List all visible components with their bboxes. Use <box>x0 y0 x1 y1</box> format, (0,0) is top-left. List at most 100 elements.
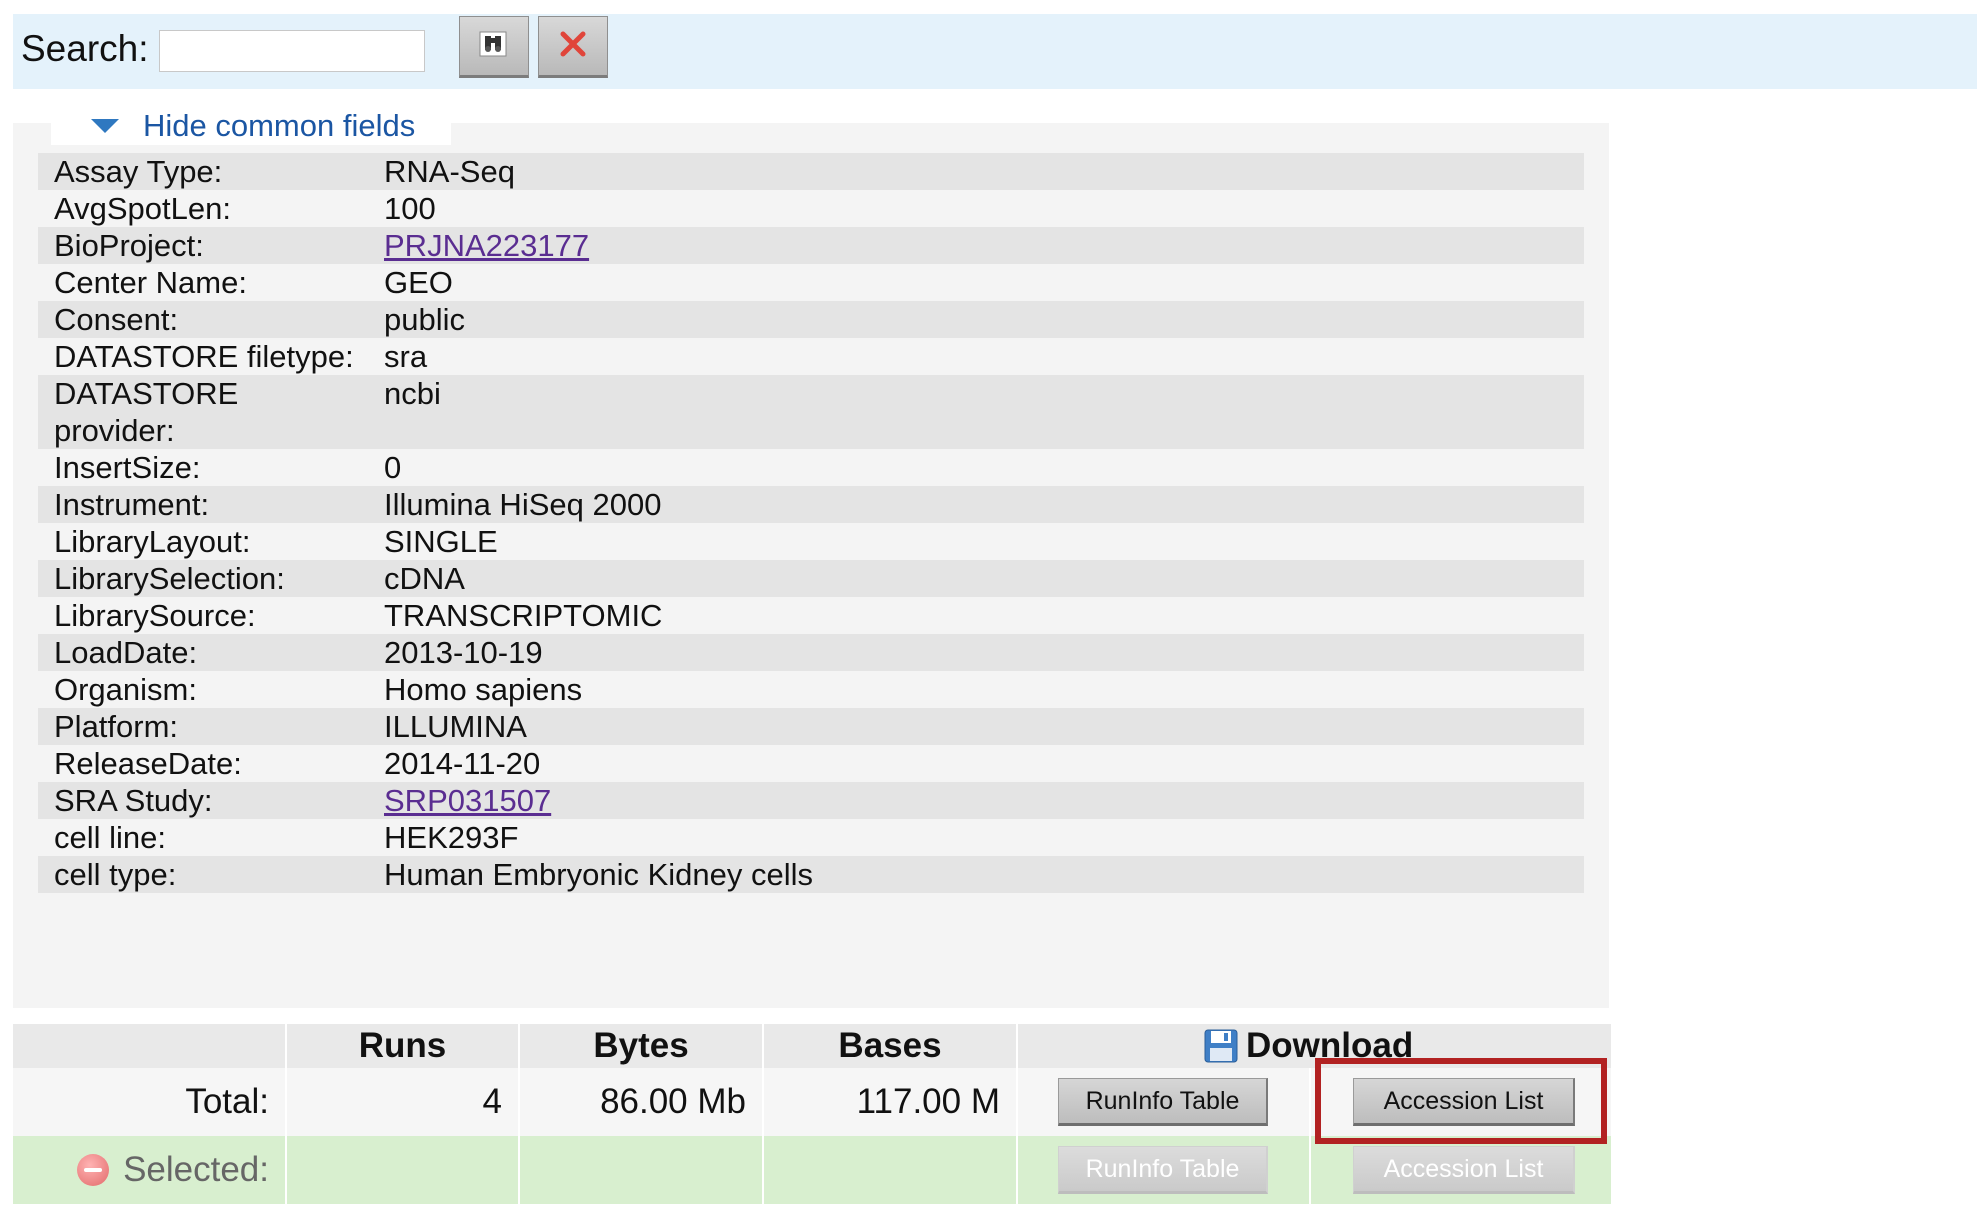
selected-runs <box>287 1136 520 1204</box>
field-value: 2014-11-20 <box>384 746 541 781</box>
field-key: DATASTORE filetype: <box>54 339 354 374</box>
field-value: SINGLE <box>384 524 498 559</box>
hide-common-fields-toggle[interactable]: Hide common fields <box>51 105 451 145</box>
field-value: ILLUMINA <box>384 709 527 744</box>
field-row-libraryselection: LibrarySelection: cDNA <box>38 560 1584 597</box>
field-value: Homo sapiens <box>384 672 583 707</box>
field-key-cell: DATASTORE provider: <box>38 375 384 449</box>
field-key: AvgSpotLen: <box>54 191 231 226</box>
field-value: cDNA <box>384 561 465 596</box>
field-key: BioProject: <box>54 228 204 263</box>
selected-bytes <box>520 1136 764 1204</box>
selected-accession-list-button[interactable]: Accession List <box>1353 1146 1575 1194</box>
selected-accession-cell: Accession List <box>1311 1136 1611 1204</box>
field-key: Organism: <box>54 672 197 707</box>
total-label: Total: <box>13 1068 287 1136</box>
summary-selected-row: Selected: RunInfo Table Accession List <box>13 1136 1611 1204</box>
field-row-datastore-filetype: DATASTORE filetype: sra <box>38 338 1584 375</box>
field-row-instrument: Instrument: Illumina HiSeq 2000 <box>38 486 1584 523</box>
field-row-organism: Organism: Homo sapiens <box>38 671 1584 708</box>
accession-list-button[interactable]: Accession List <box>1353 1078 1575 1126</box>
field-row-librarysource: LibrarySource: TRANSCRIPTOMIC <box>38 597 1584 634</box>
field-key: LibraryLayout: <box>54 524 251 559</box>
minus-circle-icon[interactable] <box>77 1154 110 1186</box>
field-row-insertsize: InsertSize: 0 <box>38 449 1584 486</box>
runs-summary-table: Runs Bytes Bases Download Total: 4 86.00… <box>13 1024 1611 1204</box>
runinfo-table-button[interactable]: RunInfo Table <box>1058 1078 1268 1126</box>
field-row-avgspotlen: AvgSpotLen: 100 <box>38 190 1584 227</box>
search-input[interactable] <box>159 30 425 72</box>
field-value: sra <box>384 339 428 374</box>
field-value: public <box>384 302 465 337</box>
field-row-loaddate: LoadDate: 2013-10-19 <box>38 634 1584 671</box>
field-row-platform: Platform: ILLUMINA <box>38 708 1584 745</box>
field-row-cell-line: cell line: HEK293F <box>38 819 1584 856</box>
field-value: Illumina HiSeq 2000 <box>384 487 662 522</box>
field-row-center-name: Center Name: GEO <box>38 264 1584 301</box>
search-label: Search: <box>21 28 149 69</box>
common-fields-table: Assay Type: RNA-Seq AvgSpotLen: 100 BioP… <box>38 153 1584 893</box>
field-value: 0 <box>384 450 402 485</box>
hide-common-fields-link[interactable]: Hide common fields <box>143 108 415 144</box>
header-empty-2 <box>1311 1024 1611 1068</box>
field-value: PRJNA223177 <box>384 227 1584 264</box>
search-bar: Search: <box>13 14 1977 89</box>
selected-bases <box>764 1136 1018 1204</box>
selected-label: Selected: <box>123 1150 269 1189</box>
common-fields-panel: Hide common fields Assay Type: RNA-Seq A… <box>13 105 1609 1008</box>
field-row-sra-study: SRA Study: SRP031507 <box>38 782 1584 819</box>
field-key: cell line: <box>54 820 166 855</box>
total-runinfo-cell: RunInfo Table <box>1018 1068 1311 1136</box>
field-value: RNA-Seq <box>384 154 515 189</box>
field-value: ncbi <box>384 376 441 411</box>
header-bases: Bases <box>764 1024 1018 1068</box>
field-key: ReleaseDate: <box>54 746 242 781</box>
total-runs: 4 <box>287 1068 520 1136</box>
field-key: Platform: <box>54 709 179 744</box>
field-key: LoadDate: <box>54 635 198 670</box>
field-row-librarylayout: LibraryLayout: SINGLE <box>38 523 1584 560</box>
binoculars-icon <box>477 29 511 64</box>
find-button[interactable] <box>459 16 529 78</box>
field-row-assay-type: Assay Type: RNA-Seq <box>38 153 1584 190</box>
field-key: LibrarySelection: <box>54 561 285 596</box>
field-value: SRP031507 <box>384 782 1584 819</box>
bioproject-link[interactable]: PRJNA223177 <box>384 228 589 263</box>
selected-runinfo-table-button[interactable]: RunInfo Table <box>1058 1146 1268 1194</box>
header-empty <box>13 1024 287 1068</box>
field-key: Assay Type: <box>54 154 223 189</box>
field-value: 100 <box>384 191 436 226</box>
field-row-releasedate: ReleaseDate: 2014-11-20 <box>38 745 1584 782</box>
floppy-disk-icon <box>1204 1029 1238 1063</box>
field-row-bioproject: BioProject: PRJNA223177 <box>38 227 1584 264</box>
red-x-icon <box>558 29 588 64</box>
selected-runinfo-cell: RunInfo Table <box>1018 1136 1311 1204</box>
sra-study-link[interactable]: SRP031507 <box>384 783 551 818</box>
field-row-datastore-provider: DATASTORE provider: ncbi <box>38 375 1584 449</box>
field-key: DATASTORE provider: <box>54 376 239 448</box>
triangle-down-icon <box>91 119 119 133</box>
field-value: HEK293F <box>384 820 519 855</box>
summary-total-row: Total: 4 86.00 Mb 117.00 M RunInfo Table… <box>13 1068 1611 1136</box>
field-value: Human Embryonic Kidney cells <box>384 857 814 892</box>
total-bases: 117.00 M <box>764 1068 1018 1136</box>
clear-button[interactable] <box>538 16 608 78</box>
field-row-cell-type: cell type: Human Embryonic Kidney cells <box>38 856 1584 893</box>
field-value: GEO <box>384 265 453 300</box>
header-bytes: Bytes <box>520 1024 764 1068</box>
total-bytes: 86.00 Mb <box>520 1068 764 1136</box>
field-value: 2013-10-19 <box>384 635 543 670</box>
header-runs: Runs <box>287 1024 520 1068</box>
field-key: InsertSize: <box>54 450 201 485</box>
field-value: TRANSCRIPTOMIC <box>384 598 663 633</box>
field-row-consent: Consent: public <box>38 301 1584 338</box>
field-key: LibrarySource: <box>54 598 256 633</box>
header-download-cell: Download <box>1018 1024 1413 1068</box>
field-key: Center Name: <box>54 265 247 300</box>
field-key: Consent: <box>54 302 179 337</box>
field-key: cell type: <box>54 857 177 892</box>
total-accession-cell: Accession List <box>1311 1068 1611 1136</box>
summary-header-row: Runs Bytes Bases Download <box>13 1024 1611 1068</box>
field-key: SRA Study: <box>54 783 213 818</box>
field-key: Instrument: <box>54 487 210 522</box>
